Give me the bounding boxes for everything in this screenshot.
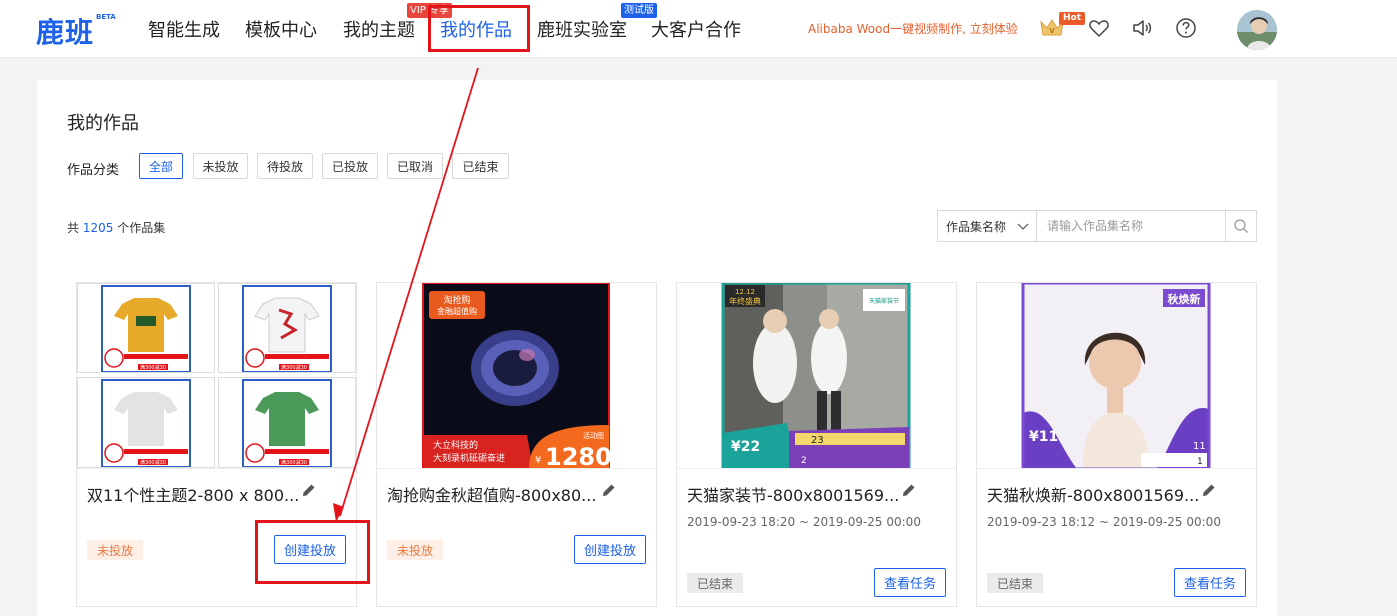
card-thumbnail-grid[interactable]: 满300减30 满300减30 满300减30 满300减30 bbox=[77, 283, 356, 469]
svg-text:淘抢购: 淘抢购 bbox=[443, 294, 470, 306]
svg-text:大刻录机砥砺奋进: 大刻录机砥砺奋进 bbox=[433, 452, 505, 464]
edit-icon[interactable] bbox=[1201, 482, 1217, 498]
work-card[interactable]: 淘抢购 金融超值购 大立科技的 大刻录机砥砺奋进 活动图 ¥ 1280 淘抢购金… bbox=[376, 282, 657, 607]
view-task-button[interactable]: 查看任务 bbox=[873, 568, 946, 597]
svg-text:V: V bbox=[1049, 27, 1055, 35]
card-title: 双11个性主题2-800 x 800... bbox=[87, 486, 300, 505]
card-title: 天猫家装节-800x8001569... bbox=[687, 486, 900, 505]
svg-text:¥: ¥ bbox=[535, 455, 541, 466]
svg-text:¥11: ¥11 bbox=[1029, 429, 1058, 445]
filter-cancelled[interactable]: 已取消 bbox=[387, 153, 443, 179]
search-icon bbox=[1234, 219, 1248, 233]
nav-my-themes[interactable]: 我的主题 bbox=[343, 16, 415, 42]
search-field-select[interactable]: 作品集名称 bbox=[937, 210, 1037, 242]
svg-text:秋焕新: 秋焕新 bbox=[1168, 292, 1201, 306]
svg-text:1280: 1280 bbox=[545, 443, 612, 469]
filter-delivered[interactable]: 已投放 bbox=[322, 153, 378, 179]
svg-text:23: 23 bbox=[811, 435, 824, 446]
search-button[interactable] bbox=[1226, 210, 1257, 242]
status-badge: 已结束 bbox=[687, 573, 744, 593]
card-date-range: 2019-09-23 18:20 ~ 2019-09-25 00:00 bbox=[687, 515, 921, 529]
beta-badge: BETA bbox=[96, 13, 116, 21]
svg-text:1: 1 bbox=[1197, 457, 1203, 467]
count-number: 1205 bbox=[82, 221, 114, 235]
filter-ended[interactable]: 已结束 bbox=[452, 153, 509, 179]
hot-badge: Hot bbox=[1059, 12, 1086, 25]
nav-enterprise[interactable]: 大客户合作 bbox=[651, 16, 741, 42]
thumb-yellow-tshirt: 满300减30 bbox=[77, 283, 215, 373]
chevron-down-icon bbox=[1017, 223, 1029, 230]
thumb-white-print-tshirt: 满300减30 bbox=[218, 283, 356, 373]
svg-text:满300减30: 满300减30 bbox=[281, 459, 307, 466]
nav-template-center[interactable]: 模板中心 bbox=[245, 16, 317, 42]
svg-text:大立科技的: 大立科技的 bbox=[433, 439, 478, 451]
filter-not-delivered[interactable]: 未投放 bbox=[193, 153, 248, 179]
promo-link[interactable]: Alibaba Wood一键视频制作, 立刻体验 bbox=[808, 20, 1018, 37]
svg-text:活动图: 活动图 bbox=[583, 431, 604, 440]
card-thumbnail[interactable]: 12.12 年终盛典 天猫家装节 ¥22 23 2 bbox=[677, 283, 956, 469]
svg-text:年终盛典: 年终盛典 bbox=[729, 296, 761, 306]
svg-text:¥22: ¥22 bbox=[731, 439, 760, 455]
speaker-icon[interactable] bbox=[1131, 17, 1153, 39]
app-logo[interactable]: 鹿班 bbox=[36, 11, 94, 51]
card-date-range: 2019-09-23 18:12 ~ 2019-09-25 00:00 bbox=[987, 515, 1221, 529]
highlight-box-button bbox=[255, 520, 370, 584]
card-title: 淘抢购金秋超值购-800x80... bbox=[387, 486, 597, 505]
works-panel: 我的作品 作品分类 全部 未投放 待投放 已投放 已取消 已结束 共 1205 … bbox=[37, 80, 1277, 616]
status-badge: 未投放 bbox=[87, 540, 144, 560]
svg-text:满300减30: 满300减30 bbox=[281, 364, 307, 371]
heart-icon[interactable] bbox=[1088, 17, 1110, 39]
status-badge: 已结束 bbox=[987, 573, 1044, 593]
thumb-grey-tshirt: 满300减30 bbox=[77, 377, 215, 468]
card-thumbnail[interactable]: 秋焕新 ¥11 11 1 bbox=[977, 283, 1256, 469]
edit-icon[interactable] bbox=[301, 482, 317, 498]
user-avatar[interactable] bbox=[1237, 10, 1277, 50]
svg-text:11: 11 bbox=[1193, 441, 1206, 452]
svg-text:2: 2 bbox=[801, 456, 807, 466]
work-card[interactable]: 秋焕新 ¥11 11 1 天猫秋焕新-800x8001569... 2019-0… bbox=[976, 282, 1257, 607]
svg-text:12.12: 12.12 bbox=[735, 288, 755, 296]
help-icon[interactable] bbox=[1175, 17, 1197, 39]
top-header: 鹿班 BETA 智能生成 模板中心 我的主题 VIP 专享 我的作品 鹿班实验室… bbox=[0, 0, 1397, 58]
svg-text:满300减30: 满300减30 bbox=[140, 459, 166, 466]
category-label: 作品分类 bbox=[67, 163, 120, 178]
filter-pending[interactable]: 待投放 bbox=[257, 153, 313, 179]
work-card[interactable]: 12.12 年终盛典 天猫家装节 ¥22 23 2 天猫家装节-800x8001… bbox=[676, 282, 957, 607]
page-title: 我的作品 bbox=[67, 113, 139, 134]
filter-all[interactable]: 全部 bbox=[139, 153, 183, 179]
edit-icon[interactable] bbox=[901, 482, 917, 498]
nav-smart-generate[interactable]: 智能生成 bbox=[148, 16, 220, 42]
create-delivery-button[interactable]: 创建投放 bbox=[573, 535, 646, 564]
card-thumbnail[interactable]: 淘抢购 金融超值购 大立科技的 大刻录机砥砺奋进 活动图 ¥ 1280 bbox=[377, 283, 656, 469]
view-task-button[interactable]: 查看任务 bbox=[1173, 568, 1246, 597]
card-title: 天猫秋焕新-800x8001569... bbox=[987, 486, 1200, 505]
svg-text:满300减30: 满300减30 bbox=[140, 364, 166, 371]
nav-lab[interactable]: 鹿班实验室 bbox=[537, 16, 627, 42]
search-input[interactable] bbox=[1036, 210, 1226, 242]
edit-icon[interactable] bbox=[601, 482, 617, 498]
works-count: 共 1205 个作品集 bbox=[67, 221, 166, 235]
status-badge: 未投放 bbox=[387, 540, 444, 560]
thumb-green-tshirt: 满300减30 bbox=[218, 377, 356, 468]
svg-text:天猫家装节: 天猫家装节 bbox=[869, 297, 899, 305]
svg-text:金融超值购: 金融超值购 bbox=[437, 306, 477, 316]
highlight-box-nav bbox=[428, 5, 530, 52]
